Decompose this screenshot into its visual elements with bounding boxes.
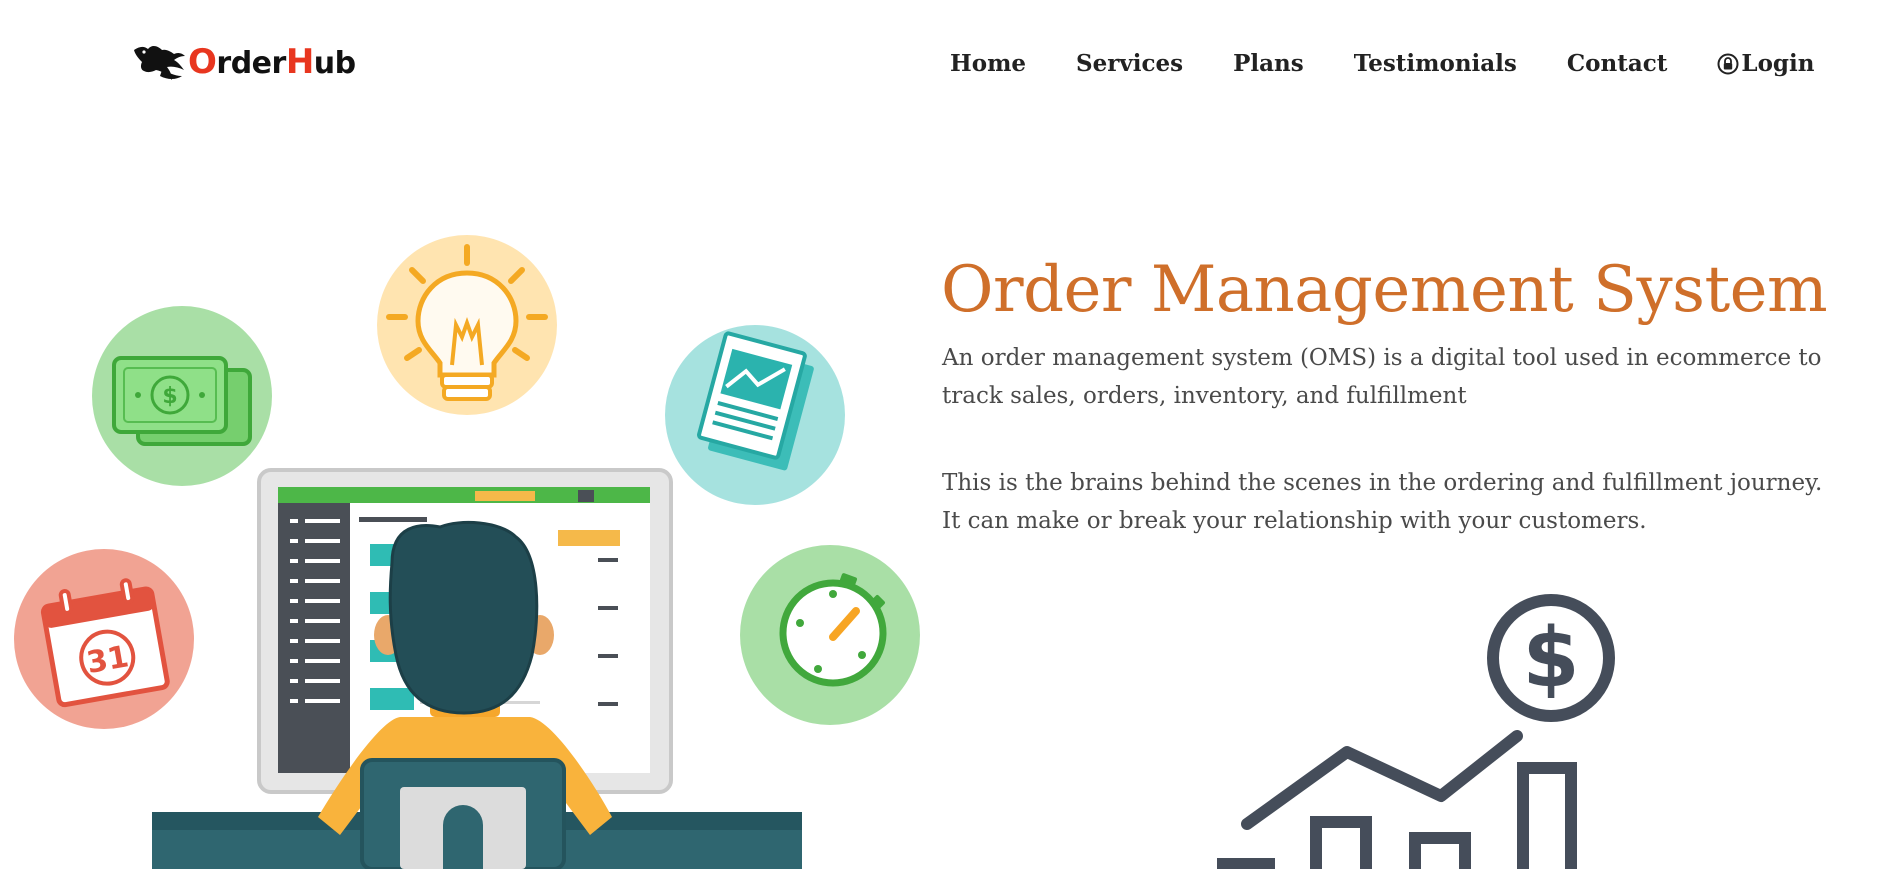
hero-title: Order Management System [941,253,1828,327]
brand-logo[interactable]: OrderHub [132,40,356,84]
report-chart-icon [665,325,845,505]
computer-user-illustration: $ 31 [14,235,920,869]
nav-services[interactable]: Services [1076,50,1183,77]
hero-description: An order management system (OMS) is a di… [942,345,1822,409]
login-link[interactable]: Login [1717,50,1814,77]
nav-testimonials[interactable]: Testimonials [1354,50,1517,77]
nav-plans[interactable]: Plans [1233,50,1304,77]
svg-text:31: 31 [84,639,131,681]
login-label: Login [1741,50,1815,77]
money-icon: $ [92,306,272,486]
nav-home[interactable]: Home [950,50,1026,77]
bird-logo-icon [134,46,185,80]
growth-chart-dollar-icon: $ [1217,594,1615,869]
hero-subdescription: This is the brains behind the scenes in … [942,470,1823,534]
stopwatch-icon [740,545,920,725]
lightbulb-icon [377,235,557,415]
svg-text:$: $ [162,384,177,409]
brand-name: OrderHub [188,42,356,82]
lock-icon [1717,53,1739,74]
main-nav: Home Services Plans Testimonials Contact… [950,50,1814,77]
nav-contact[interactable]: Contact [1567,50,1668,77]
calendar-icon: 31 [14,549,194,729]
svg-text:$: $ [1522,611,1579,706]
